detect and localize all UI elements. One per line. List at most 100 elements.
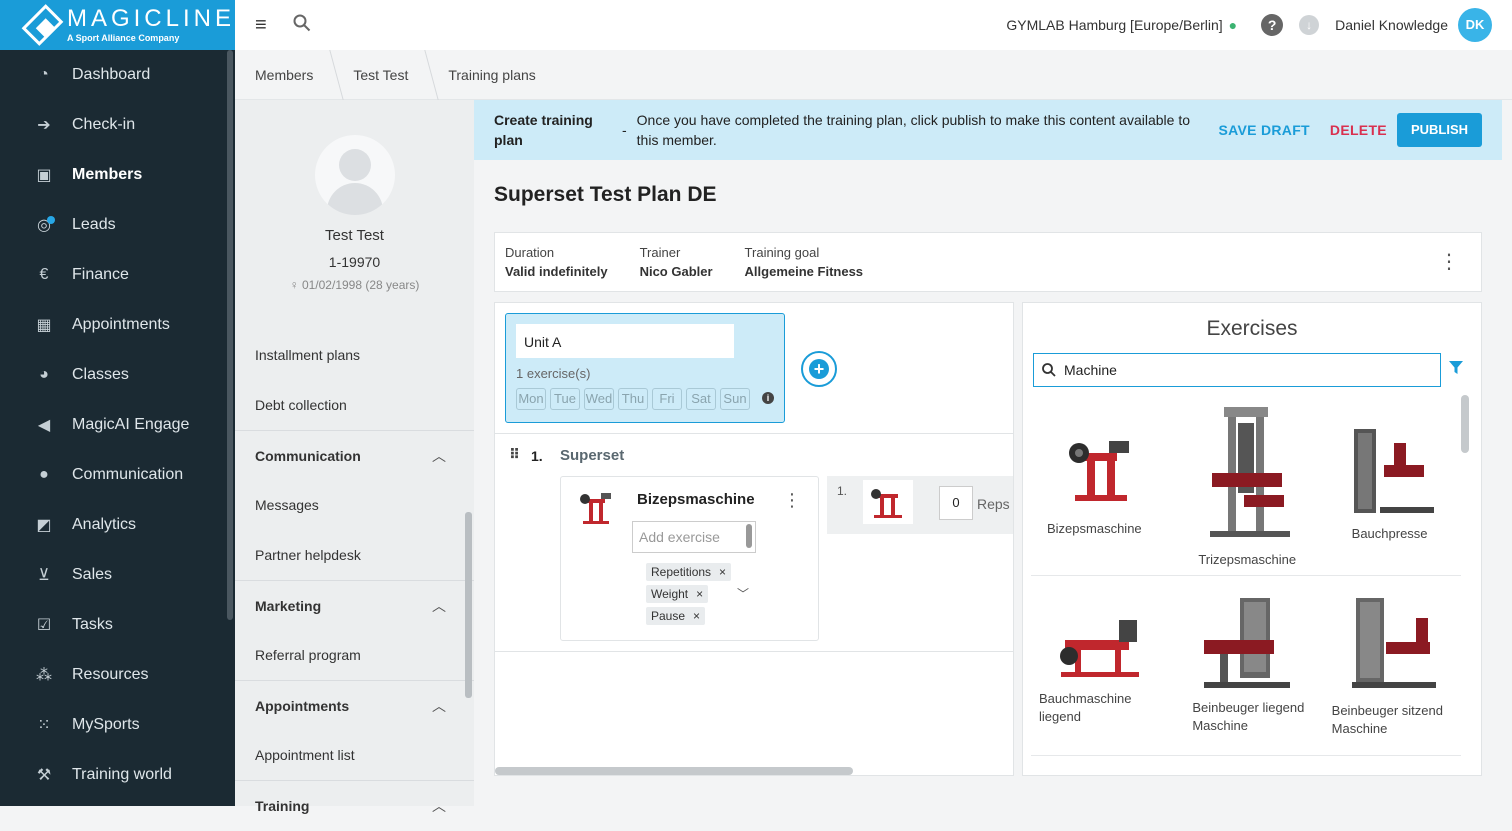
link-messages[interactable]: Messages [235, 480, 474, 530]
breadcrumb: Members Test Test Training plans [235, 50, 1512, 100]
parameter-chips: Repetitions × Weight × Pause × [646, 563, 732, 629]
notification-dot [47, 216, 55, 224]
nav-item-leads[interactable]: ◎ Leads [0, 200, 235, 250]
filter-icon[interactable] [1449, 361, 1463, 375]
section-training[interactable]: Training ︿ [235, 780, 474, 830]
plan-more-icon[interactable]: ⋮ [1439, 252, 1459, 272]
superset-row: ⠿ 1. Superset Bizepsmaschine ⋮ Add exerc… [495, 434, 1013, 651]
help-icon[interactable]: ? [1261, 14, 1284, 36]
nav-item-tasks[interactable]: ☑ Tasks [0, 600, 235, 650]
day-sun[interactable]: Sun [720, 388, 750, 410]
chip-pause[interactable]: Pause × [646, 607, 706, 625]
chip-weight[interactable]: Weight × [646, 585, 709, 603]
nav-item-classes[interactable]: ◕ Classes [0, 350, 235, 400]
day-sat[interactable]: Sat [686, 388, 716, 410]
link-debt-collection[interactable]: Debt collection [235, 380, 474, 430]
exercise-grid: Bizepsmaschine Trizepsmaschine Bauchpres… [1031, 399, 1461, 756]
chip-repetitions[interactable]: Repetitions × [646, 563, 732, 581]
set-number: 1. [837, 484, 848, 498]
user-name[interactable]: Daniel Knowledge [1335, 17, 1448, 33]
exercise-tile-bauchmaschine-liegend[interactable]: Bauchmaschine liegend [1031, 576, 1174, 755]
link-appointment-list[interactable]: Appointment list [235, 730, 474, 780]
nav-item-finance[interactable]: € Finance [0, 250, 235, 300]
day-tue[interactable]: Tue [550, 388, 580, 410]
save-draft-button[interactable]: SAVE DRAFT [1218, 122, 1309, 138]
resources-icon: ⁂ [36, 667, 52, 684]
reps-input[interactable]: 0 [939, 486, 973, 520]
exercise-tile-trizepsmaschine[interactable]: Trizepsmaschine [1174, 399, 1317, 575]
exercise-tile-beinbeuger-liegend[interactable]: Beinbeuger liegend Maschine [1174, 576, 1317, 755]
set-exercise-thumbnail [863, 480, 913, 524]
trainer-value: Nico Gabler [639, 264, 713, 279]
user-avatar[interactable]: DK [1458, 8, 1492, 42]
exercise-tile-bizepsmaschine[interactable]: Bizepsmaschine [1031, 399, 1174, 575]
drag-handle-icon[interactable]: ⠿ [509, 446, 520, 463]
add-exercise-input[interactable]: Add exercise [632, 521, 756, 553]
close-icon[interactable]: × [696, 587, 703, 601]
day-mon[interactable]: Mon [516, 388, 546, 410]
nav-label: Tasks [72, 616, 113, 633]
day-wed[interactable]: Wed [584, 388, 614, 410]
exercise-tile-beinbeuger-sitzend[interactable]: Beinbeuger sitzend Maschine [1318, 576, 1461, 755]
horizontal-scrollbar[interactable] [495, 767, 853, 775]
search-icon[interactable] [293, 14, 311, 37]
unit-name-input[interactable]: Unit A [516, 324, 734, 358]
person-icon: ♀ [289, 278, 302, 292]
download-icon[interactable]: ↓ [1299, 15, 1320, 35]
calendar-icon: ▦ [36, 317, 52, 334]
input-scrollbar[interactable] [746, 524, 752, 548]
add-unit-button[interactable]: + [801, 351, 837, 387]
classes-icon: ◕ [39, 366, 49, 383]
nav-item-resources[interactable]: ⁂ Resources [0, 650, 235, 700]
exercise-list-scrollbar[interactable] [1461, 395, 1469, 453]
hamburger-menu-icon[interactable]: ≡ [255, 14, 267, 37]
exercise-name: Bizepsmaschine [637, 491, 755, 508]
nav-item-communication[interactable]: ● Communication [0, 450, 235, 500]
nav-item-mysports[interactable]: ⁙ MySports [0, 700, 235, 750]
delete-button[interactable]: DELETE [1330, 122, 1387, 138]
nav-item-training-world[interactable]: ⚒ Training world [0, 750, 235, 800]
close-icon[interactable]: × [719, 565, 726, 579]
section-appointments[interactable]: Appointments ︿ [235, 680, 474, 730]
info-icon[interactable]: i [762, 392, 774, 404]
nav-label: Members [72, 166, 143, 183]
nav-item-sales[interactable]: ⊻ Sales [0, 550, 235, 600]
unit-card[interactable]: Unit A 1 exercise(s) Mon Tue Wed Thu Fri… [505, 313, 785, 423]
nav-item-members[interactable]: ▣ Members [0, 150, 235, 200]
studio-selector[interactable]: GYMLAB Hamburg [Europe/Berlin] [1006, 17, 1222, 33]
dashboard-icon: ◔ [39, 66, 49, 83]
training-plan-editor: Create training plan - Once you have com… [474, 100, 1512, 806]
magicline-logo[interactable]: MAGICLINE A Sport Alliance Company [0, 0, 235, 50]
exercise-grid-row: Bizepsmaschine Trizepsmaschine Bauchpres… [1031, 399, 1461, 576]
divider [495, 651, 1013, 652]
section-communication[interactable]: Communication ︿ [235, 430, 474, 480]
exercise-tile-bauchpresse[interactable]: Bauchpresse [1318, 399, 1461, 575]
plan-meta: Duration Valid indefinitely Trainer Nico G… [494, 232, 1482, 292]
breadcrumb-training-plans[interactable]: Training plans [428, 50, 555, 100]
member-name: Test Test [325, 227, 384, 244]
day-fri[interactable]: Fri [652, 388, 682, 410]
link-referral-program[interactable]: Referral program [235, 630, 474, 680]
publish-button[interactable]: PUBLISH [1396, 113, 1482, 147]
breadcrumb-members[interactable]: Members [235, 50, 333, 100]
link-installment-plans[interactable]: Installment plans [235, 330, 474, 380]
nav-item-appointments[interactable]: ▦ Appointments [0, 300, 235, 350]
close-icon[interactable]: × [693, 609, 700, 623]
nav-item-analytics[interactable]: ◩ Analytics [0, 500, 235, 550]
nav-label: Dashboard [72, 66, 151, 83]
nav-item-check-in[interactable]: ➔ Check-in [0, 100, 235, 150]
nav-item-dashboard[interactable]: ◔ Dashboard [0, 50, 235, 100]
exercise-more-icon[interactable]: ⋮ [783, 491, 801, 509]
exercise-search-input[interactable]: Machine [1033, 353, 1441, 387]
chevron-down-icon[interactable]: ﹀ [737, 585, 749, 602]
nav-item-magicai-engage[interactable]: ◀ MagicAI Engage [0, 400, 235, 450]
superset-number: 1. [531, 448, 543, 464]
breadcrumb-member[interactable]: Test Test [333, 50, 428, 100]
nav-scrollbar[interactable] [227, 50, 233, 620]
link-partner-helpdesk[interactable]: Partner helpdesk [235, 530, 474, 580]
section-title: Marketing [255, 598, 322, 614]
section-marketing[interactable]: Marketing ︿ [235, 580, 474, 630]
bauchpresse-image [1353, 429, 1434, 513]
profile-scrollbar[interactable] [465, 512, 472, 698]
day-thu[interactable]: Thu [618, 388, 648, 410]
